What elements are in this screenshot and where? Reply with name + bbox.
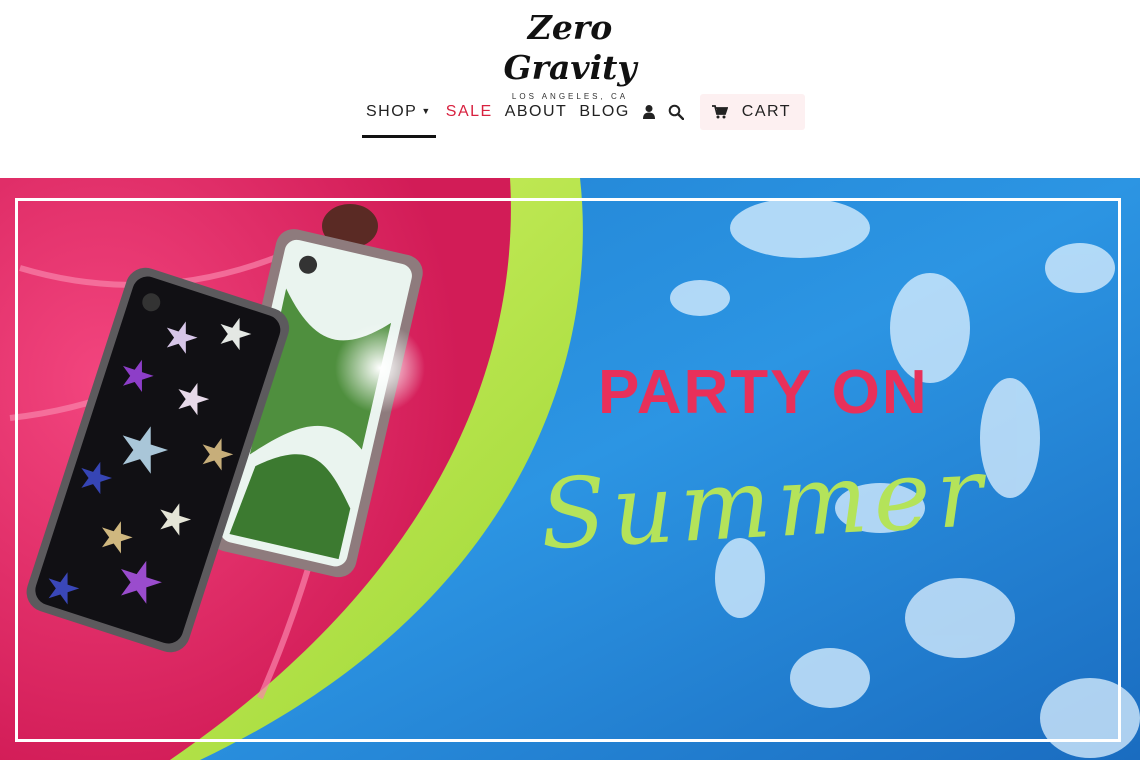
- cart-icon: [711, 105, 729, 119]
- hero-headline: PARTY ON: [598, 358, 929, 427]
- nav-about[interactable]: ABOUT: [505, 92, 568, 132]
- cart-button[interactable]: CART: [699, 94, 806, 130]
- nav-shop-label: SHOP: [366, 102, 418, 120]
- nav-blog[interactable]: BLOG: [579, 92, 629, 132]
- search-icon[interactable]: [668, 104, 684, 121]
- hero-banner[interactable]: ★ ★ ★ ★ ★ ★ ★ ★ ★ ★ ★ PARTY ON Summer: [0, 178, 1140, 760]
- site-header: Zero Gravity LOS ANGELES, CA SHOP ▼ SALE …: [0, 0, 1140, 178]
- user-icon[interactable]: [642, 104, 656, 120]
- brand-name: Zero Gravity: [503, 8, 637, 87]
- main-nav: SHOP ▼ SALE ABOUT BLOG CART: [362, 92, 806, 138]
- caret-down-icon: ▼: [421, 105, 432, 116]
- nav-shop[interactable]: SHOP ▼: [362, 92, 436, 138]
- cart-label: CART: [741, 103, 792, 120]
- brand-logo[interactable]: Zero Gravity LOS ANGELES, CA: [470, 8, 670, 101]
- nav-sale[interactable]: SALE: [446, 92, 493, 132]
